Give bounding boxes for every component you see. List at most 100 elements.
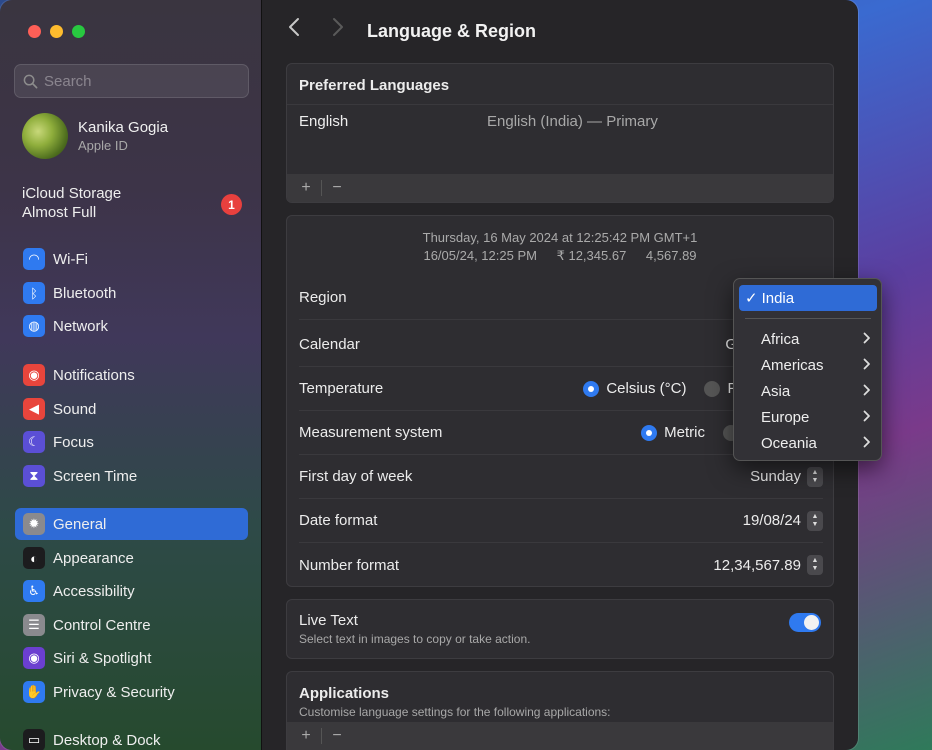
first-day-label: First day of week [299, 468, 413, 485]
control-centre-icon: ☰ [23, 614, 45, 636]
metric-radio[interactable]: Metric [641, 424, 705, 441]
icloud-line2: Almost Full [22, 204, 97, 221]
search-input[interactable] [44, 72, 234, 90]
sidebar-item-control-centre[interactable]: ☰ Control Centre [15, 609, 248, 641]
live-text-card: Live Text Select text in images to copy … [286, 599, 834, 659]
sidebar-item-label: General [53, 515, 107, 533]
menu-item-india[interactable]: ✓ India [739, 285, 877, 311]
live-text-toggle[interactable] [789, 613, 821, 632]
preview-datetime: Thursday, 16 May 2024 at 12:25:42 PM GMT… [422, 230, 698, 245]
region-label: Region [299, 289, 347, 306]
close-button[interactable] [28, 25, 41, 38]
preview-number: 4,567.89 [645, 248, 697, 263]
profile-name: Kanika Gogia [78, 119, 169, 136]
applications-description: Customise language settings for the foll… [299, 705, 611, 719]
forward-button[interactable] [332, 17, 344, 43]
sidebar-item-siri-spotlight[interactable]: ◉ Siri & Spotlight [15, 642, 248, 674]
icloud-storage-alert[interactable]: iCloud Storage Almost Full 1 [22, 184, 242, 222]
chevron-right-icon [863, 357, 871, 374]
sidebar-item-accessibility[interactable]: ♿ Accessibility [15, 575, 248, 607]
divider [321, 728, 322, 744]
sidebar-item-label: Screen Time [53, 467, 138, 485]
sidebar-item-notifications[interactable]: ◉ Notifications [15, 359, 248, 391]
search-icon [23, 74, 38, 88]
measurement-label: Measurement system [299, 424, 443, 441]
menu-item-label: Oceania [761, 434, 817, 452]
add-language-button[interactable]: + [295, 179, 317, 197]
sidebar-item-bluetooth[interactable]: ᛒ Bluetooth [15, 277, 248, 309]
chevron-right-icon [863, 331, 871, 348]
sidebar-item-label: Sound [53, 400, 97, 418]
sidebar-item-wi-fi[interactable]: ◠ Wi-Fi [15, 243, 248, 275]
moon-icon: ☾ [23, 431, 45, 453]
updown-chevron-icon: ▲ ▼ [807, 510, 823, 531]
number-format-row[interactable]: Number format 12,34,567.89 ▲ ▼ [299, 543, 823, 586]
minimize-button[interactable] [50, 25, 63, 38]
preferred-languages-title: Preferred Languages [287, 64, 833, 105]
region-menu: ✓ India Africa Americas Asia Europe Oceania [733, 278, 882, 461]
date-format-value: 19/08/24 [742, 512, 801, 529]
sidebar-item-network[interactable]: ◍ Network [15, 310, 248, 342]
calendar-label: Calendar [299, 336, 360, 353]
menu-item-europe[interactable]: Europe [761, 404, 871, 430]
first-day-popup[interactable]: Sunday ▲ ▼ [750, 466, 823, 487]
profile-subtitle: Apple ID [78, 138, 128, 153]
first-day-row[interactable]: First day of week Sunday ▲ ▼ [299, 455, 823, 499]
preferred-languages-card: Preferred Languages English English (Ind… [286, 63, 834, 203]
siri-icon: ◉ [23, 647, 45, 669]
sidebar-item-privacy-security[interactable]: ✋ Privacy & Security [15, 676, 248, 708]
sidebar-item-sound[interactable]: ◀ Sound [15, 393, 248, 425]
date-format-popup[interactable]: 19/08/24 ▲ ▼ [742, 510, 823, 531]
sidebar-item-focus[interactable]: ☾ Focus [15, 426, 248, 458]
sidebar-item-label: Privacy & Security [53, 683, 175, 701]
search-field[interactable] [14, 64, 249, 98]
updown-chevron-icon: ▲ ▼ [807, 466, 823, 487]
metric-label: Metric [664, 424, 705, 441]
sidebar-item-general[interactable]: ✹ General [15, 508, 248, 540]
remove-language-button[interactable]: − [326, 179, 348, 197]
date-format-row[interactable]: Date format 19/08/24 ▲ ▼ [299, 499, 823, 543]
back-button[interactable] [288, 17, 300, 43]
menu-item-label: Europe [761, 408, 810, 426]
page-title: Language & Region [367, 21, 537, 41]
radio-selected [583, 380, 600, 397]
number-format-value: 12,34,567.89 [713, 556, 801, 574]
sidebar-item-screen-time[interactable]: ⧗ Screen Time [15, 460, 248, 492]
celsius-label: Celsius (°C) [606, 380, 687, 397]
add-application-button[interactable]: + [295, 727, 317, 745]
menu-item-oceania[interactable]: Oceania [761, 430, 871, 456]
menu-item-asia[interactable]: Asia [761, 378, 871, 404]
avatar [22, 113, 68, 159]
remove-application-button[interactable]: − [326, 727, 348, 745]
celsius-radio[interactable]: Celsius (°C) [583, 380, 686, 397]
applications-card: Applications Customise language settings… [286, 671, 834, 750]
chevron-right-icon [333, 18, 343, 36]
sidebar-item-appearance[interactable]: ◐ Appearance [15, 542, 248, 574]
menu-item-label: Asia [761, 382, 791, 400]
sidebar-item-label: Appearance [53, 549, 134, 567]
apple-id-profile[interactable]: Kanika Gogia Apple ID [22, 113, 168, 159]
applications-title: Applications [299, 685, 390, 702]
chevron-right-icon [863, 435, 871, 452]
hand-icon: ✋ [23, 681, 45, 703]
gear-icon: ✹ [23, 513, 45, 535]
language-row[interactable]: English English (India) — Primary [287, 105, 833, 138]
settings-window: Kanika Gogia Apple ID iCloud Storage Alm… [0, 0, 858, 750]
menu-item-label: Africa [761, 330, 800, 348]
language-name: English [299, 113, 349, 130]
number-format-popup[interactable]: 12,34,567.89 ▲ ▼ [713, 555, 823, 575]
window-controls [28, 25, 85, 38]
chevron-right-icon [863, 383, 871, 400]
menu-item-africa[interactable]: Africa [761, 326, 871, 352]
speaker-icon: ◀ [23, 398, 45, 420]
sidebar-item-label: Notifications [53, 366, 135, 384]
format-preview: Thursday, 16 May 2024 at 12:25:42 PM GMT… [287, 216, 833, 265]
zoom-button[interactable] [72, 25, 85, 38]
menu-separator [745, 318, 871, 319]
sidebar-item-desktop-dock[interactable]: ▭ Desktop & Dock [15, 724, 248, 750]
menu-item-americas[interactable]: Americas [761, 352, 871, 378]
menu-item-label: India [761, 289, 795, 307]
dock-icon: ▭ [23, 729, 45, 750]
sidebar-item-label: Wi-Fi [53, 250, 88, 268]
applications-list-controls: + − [287, 722, 833, 750]
